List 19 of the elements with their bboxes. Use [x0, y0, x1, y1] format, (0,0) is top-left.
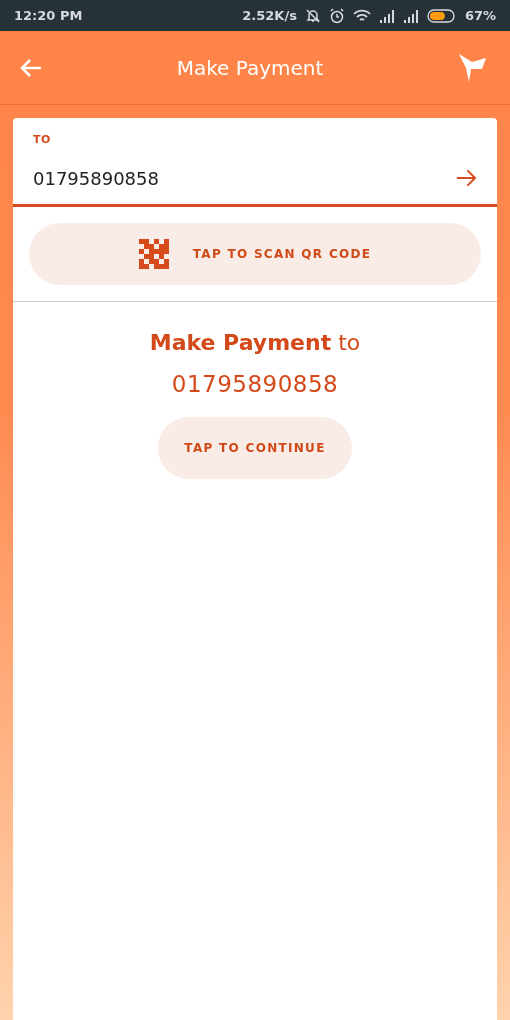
alarm-icon — [328, 7, 345, 24]
back-arrow-icon[interactable] — [20, 57, 42, 78]
wifi-icon — [352, 7, 371, 24]
screen-title: Make Payment — [176, 54, 324, 82]
phone-input-field[interactable]: 01795890858 — [33, 164, 457, 192]
battery-icon — [426, 8, 457, 23]
notification-off-icon — [304, 7, 321, 24]
recipient-number: 01795890858 — [171, 369, 339, 399]
continue-button[interactable]: TAP TO CONTINUE — [158, 417, 352, 479]
payment-heading: Make Payment to — [149, 328, 361, 357]
arrow-right-icon[interactable] — [456, 168, 477, 188]
status-time: 12:20 PM — [14, 6, 83, 25]
qr-code-icon — [138, 238, 169, 269]
scan-qr-button[interactable]: TAP TO SCAN QR CODE — [29, 222, 481, 285]
battery-percent: 67% — [464, 6, 496, 25]
signal-icon — [378, 8, 395, 23]
network-speed: 2.52K/s — [242, 6, 297, 25]
field-label: TO — [33, 132, 52, 148]
signal-icon — [402, 8, 419, 23]
